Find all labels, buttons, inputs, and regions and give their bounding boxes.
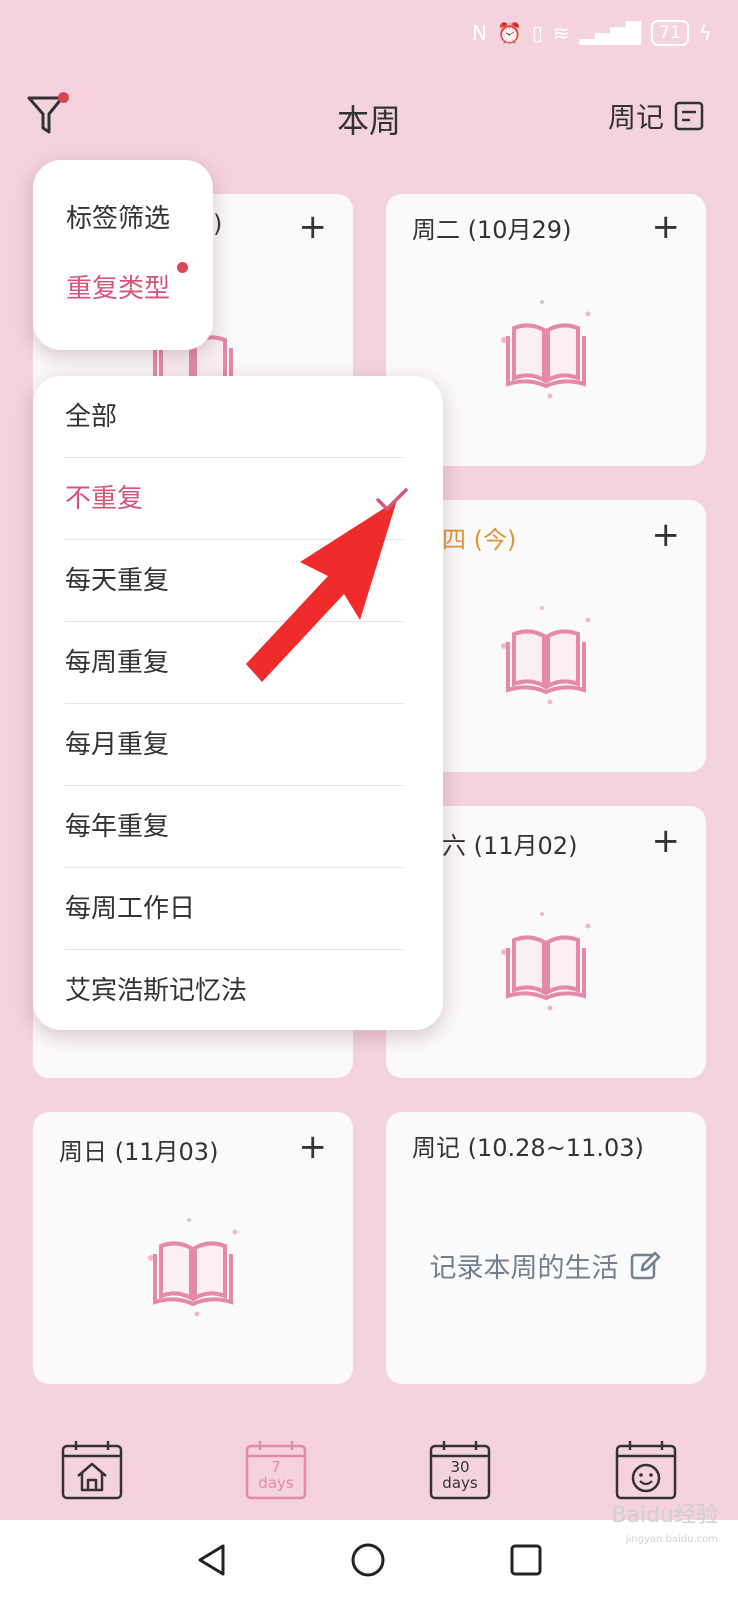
empty-book-icon [501,912,591,1011]
tab-week[interactable]: 7 days [244,1438,308,1502]
repeat-type-dot [177,262,188,273]
selected-check-icon [376,488,408,511]
watermark: Baidu经验 jingyan.baidu.com [611,1503,718,1550]
weekly-journal-button[interactable]: 周记 [608,96,704,136]
filter-option-repeat-type[interactable]: 重复类型 [66,268,170,305]
vibrate-icon: ▯ [531,21,543,45]
tab-month-unit: days [442,1474,478,1492]
empty-book-icon [501,606,591,705]
watermark-main: Baidu经验 [611,1503,718,1528]
add-task-button[interactable]: + [299,210,328,244]
empty-book-icon [501,300,591,399]
nfc-icon: N [471,21,487,45]
alarm-icon: ⏰ [496,21,522,45]
day-card-title: ) [213,210,223,238]
repeat-option-all[interactable]: 全部 [65,376,403,458]
add-task-button[interactable]: + [652,824,681,858]
repeat-option-yearly[interactable]: 每年重复 [65,786,403,868]
day-card-title: 周日 (11月03) [59,1138,219,1166]
battery-level: 71 [651,20,689,46]
journal-icon [674,101,704,131]
tab-month[interactable]: 30 days [428,1438,492,1502]
signal-icon: ▂▄▆█ [579,21,642,45]
write-journal-label: 记录本周的生活 [429,1253,619,1284]
repeat-option-weekdays[interactable]: 每周工作日 [65,868,403,950]
repeat-type-menu: 全部 不重复 每天重复 每周重复 每月重复 每年重复 每周工作日 艾宾浩斯记忆法 [33,376,443,1030]
add-task-button[interactable]: + [652,210,681,244]
write-journal-prompt[interactable]: 记录本周的生活 [386,1246,704,1285]
day-card-title: 周二 (10月29) [412,216,572,244]
repeat-option-monthly[interactable]: 每月重复 [65,704,403,786]
charging-icon: ϟ [698,21,712,45]
day-card-title: 六 (11月02) [442,832,578,860]
weekly-journal-title: 周记 (10.28~11.03) [412,1134,644,1162]
red-arrow-annotation [246,500,397,682]
day-card-sunday[interactable]: 周日 (11月03) + [33,1112,353,1384]
watermark-sub: jingyan.baidu.com [625,1534,718,1545]
wifi-icon: ≋ [552,21,570,45]
tab-mood[interactable] [614,1438,678,1502]
filter-option-tags[interactable]: 标签筛选 [66,198,170,235]
home-icon[interactable] [350,1542,386,1578]
tab-home[interactable] [60,1438,124,1502]
journal-label: 周记 [607,101,664,134]
edit-icon [630,1251,660,1279]
add-task-button[interactable]: + [299,1130,328,1164]
back-icon[interactable] [194,1542,230,1578]
filter-popup: 标签筛选 重复类型 [33,160,213,350]
repeat-option-ebbinghaus[interactable]: 艾宾浩斯记忆法 [65,950,403,1032]
add-task-button[interactable]: + [652,518,681,552]
day-card-title: 四 (今) [442,526,517,554]
recents-icon[interactable] [508,1542,544,1578]
status-bar: N ⏰ ▯ ≋ ▂▄▆█ 71 ϟ [472,20,712,46]
empty-book-icon [148,1218,238,1317]
tab-week-unit: days [258,1474,294,1492]
